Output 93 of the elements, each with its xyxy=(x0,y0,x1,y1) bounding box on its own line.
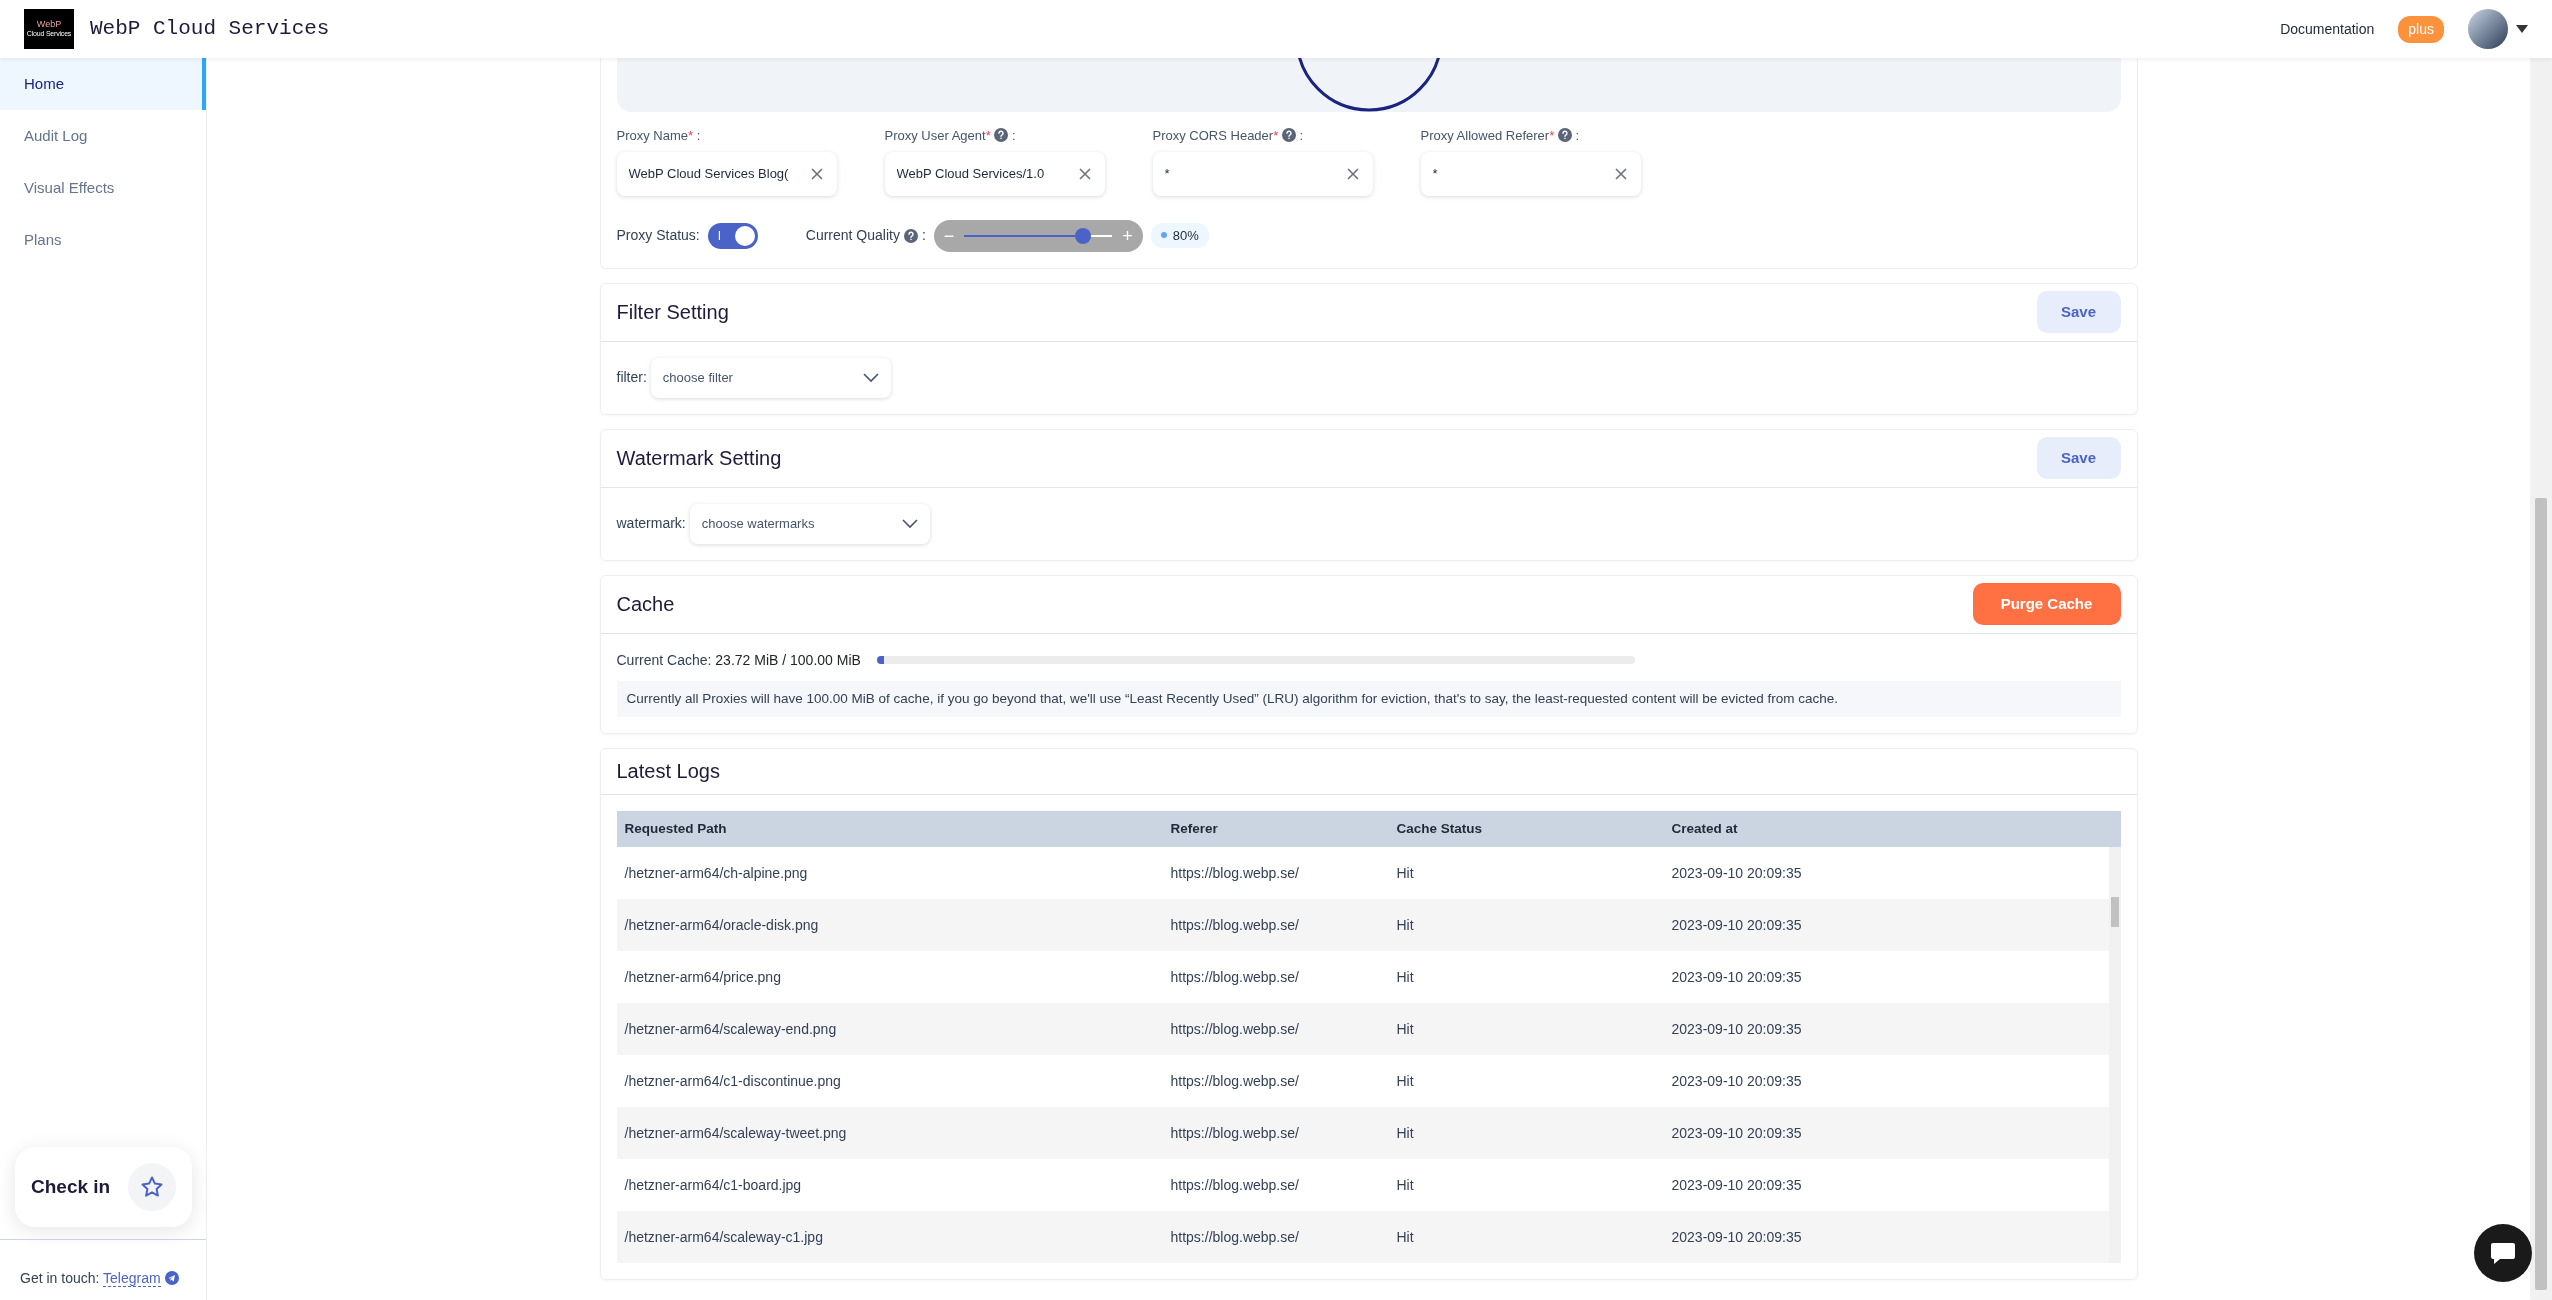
table-cell: Hit xyxy=(1388,1210,1664,1263)
table-cell: Hit xyxy=(1388,1002,1664,1055)
table-cell-text: 2023-09-10 20:09:35 xyxy=(1670,1071,1803,1091)
label-colon: : xyxy=(921,226,926,245)
select-field[interactable]: choose watermarks xyxy=(689,503,930,544)
speech-bubble-icon xyxy=(2490,1241,2516,1265)
chat-button[interactable] xyxy=(2474,1224,2532,1282)
help-icon[interactable] xyxy=(903,228,918,243)
help-icon[interactable] xyxy=(994,128,1009,142)
label-colon: : xyxy=(1298,128,1304,143)
table-cell-text: https://blog.webp.se/ xyxy=(1169,967,1300,987)
section-title: Watermark Setting xyxy=(616,446,782,471)
table-cell-text: /hetzner-arm64/c1-discontinue.png xyxy=(623,1071,842,1091)
sidebar-item[interactable]: Home xyxy=(0,58,206,110)
text-field[interactable]: WebP Cloud Services/1.0 xyxy=(884,151,1105,196)
toggle-switch[interactable]: I xyxy=(707,222,758,249)
save-button[interactable]: Save xyxy=(2036,437,2121,479)
table-cell-text: Hit xyxy=(1395,863,1415,883)
section-title: Latest Logs xyxy=(616,759,720,785)
text-field[interactable]: WebP Cloud Services Blog( xyxy=(616,151,837,196)
clear-icon[interactable] xyxy=(1078,167,1091,180)
sidebar-item[interactable]: Audit Log xyxy=(0,110,206,162)
table-cell-text: Hit xyxy=(1395,1175,1415,1195)
required-mark: * xyxy=(1549,128,1555,143)
star-icon xyxy=(140,1175,164,1199)
chevron-icon xyxy=(901,518,918,529)
paper-plane-icon[interactable] xyxy=(164,1271,179,1285)
label-colon: : xyxy=(1010,128,1016,143)
nav-link[interactable]: Documentation xyxy=(2280,18,2375,40)
table-cell-text: https://blog.webp.se/ xyxy=(1169,1175,1300,1195)
table-cell-text: 2023-09-10 20:09:35 xyxy=(1670,863,1803,883)
table-cell: /hetzner-arm64/oracle-disk.png xyxy=(616,898,1163,951)
table-cell-text: Hit xyxy=(1395,967,1415,987)
field-label: Proxy User Agent xyxy=(884,128,986,143)
section-title: Filter Setting xyxy=(616,300,729,325)
table-cell-text: /hetzner-arm64/ch-alpine.png xyxy=(623,863,809,883)
column-header: Referer xyxy=(1162,810,1389,847)
status-label: Proxy Status: xyxy=(616,226,700,245)
label-colon: : xyxy=(695,128,701,143)
table-cell-text: https://blog.webp.se/ xyxy=(1169,863,1300,883)
caret-icon[interactable] xyxy=(2516,25,2528,33)
table-cell-text: 2023-09-10 20:09:35 xyxy=(1670,967,1803,987)
table-cell-text: https://blog.webp.se/ xyxy=(1169,1071,1300,1091)
help-icon[interactable] xyxy=(1557,128,1572,142)
table-cell: https://blog.webp.se/ xyxy=(1162,1210,1389,1263)
avatar-photo[interactable] xyxy=(2468,9,2508,49)
table-cell: /hetzner-arm64/scaleway-c1.jpg xyxy=(616,1210,1163,1263)
table-cell: Hit xyxy=(1388,898,1664,951)
table-cell-text: Hit xyxy=(1395,1071,1415,1091)
field-label: Proxy CORS Header xyxy=(1152,128,1274,143)
required-mark: * xyxy=(1273,128,1279,143)
page-scrollbar[interactable] xyxy=(2530,58,2552,1300)
chevron-icon xyxy=(862,372,879,383)
table-cell-text: /hetzner-arm64/c1-board.jpg xyxy=(623,1175,803,1195)
column-header: Requested Path xyxy=(616,810,1163,847)
clear-icon[interactable] xyxy=(810,167,823,180)
clear-icon[interactable] xyxy=(1346,167,1359,180)
table-cell: https://blog.webp.se/ xyxy=(1162,1002,1389,1055)
telegram-link[interactable]: Telegram xyxy=(103,1270,161,1287)
text-field[interactable]: * xyxy=(1420,151,1641,196)
sidebar-item[interactable]: Plans xyxy=(0,214,206,266)
quality-reading: 80% xyxy=(1150,222,1209,249)
column-header: Created at xyxy=(1663,810,2121,847)
help-icon[interactable] xyxy=(1281,128,1296,142)
table-cell-text: 2023-09-10 20:09:35 xyxy=(1670,1175,1803,1195)
table-cell: /hetzner-arm64/scaleway-tweet.png xyxy=(616,1106,1163,1159)
sidebar-item[interactable]: Visual Effects xyxy=(0,162,206,214)
check-in-button[interactable]: Check in xyxy=(15,1147,192,1227)
field-label: Proxy Name xyxy=(616,128,689,143)
table-scrollbar[interactable] xyxy=(2108,846,2121,1263)
save-button[interactable]: Save xyxy=(2036,291,2121,333)
section-title: Cache xyxy=(616,592,675,617)
table-cell: /hetzner-arm64/scaleway-end.png xyxy=(616,1002,1163,1055)
select-label: filter: xyxy=(616,368,647,387)
contact-label: Get in touch: xyxy=(20,1270,101,1286)
app-title: WebP Cloud Services xyxy=(90,16,330,43)
table-cell: https://blog.webp.se/ xyxy=(1162,898,1389,951)
field-label: Proxy Allowed Referer xyxy=(1420,128,1550,143)
label-colon: : xyxy=(1574,128,1580,143)
required-mark: * xyxy=(688,128,694,143)
clear-icon[interactable] xyxy=(1614,167,1627,180)
cache-note: Currently all Proxies will have 100.00 MiB of cache, if you go beyond that, we'll use “Least Recently Used” (LRU) algorithm for eviction, that's to say, the least-requested content will be evicted from cache. xyxy=(616,680,2121,717)
plan-badge: plus xyxy=(2398,15,2444,43)
table-cell-text: /hetzner-arm64/price.png xyxy=(623,967,782,987)
cache-usage: Current Cache: 23.72 MiB / 100.00 MiB xyxy=(616,650,861,670)
select-label: watermark: xyxy=(616,514,686,533)
select-field[interactable]: choose filter xyxy=(650,357,891,398)
table-cell: https://blog.webp.se/ xyxy=(1162,1106,1389,1159)
quality-label: Current Quality xyxy=(805,226,900,245)
column-header: Cache Status xyxy=(1388,810,1664,847)
text-field[interactable]: * xyxy=(1152,151,1373,196)
required-mark: * xyxy=(985,128,991,143)
table-cell: Hit xyxy=(1388,1106,1664,1159)
